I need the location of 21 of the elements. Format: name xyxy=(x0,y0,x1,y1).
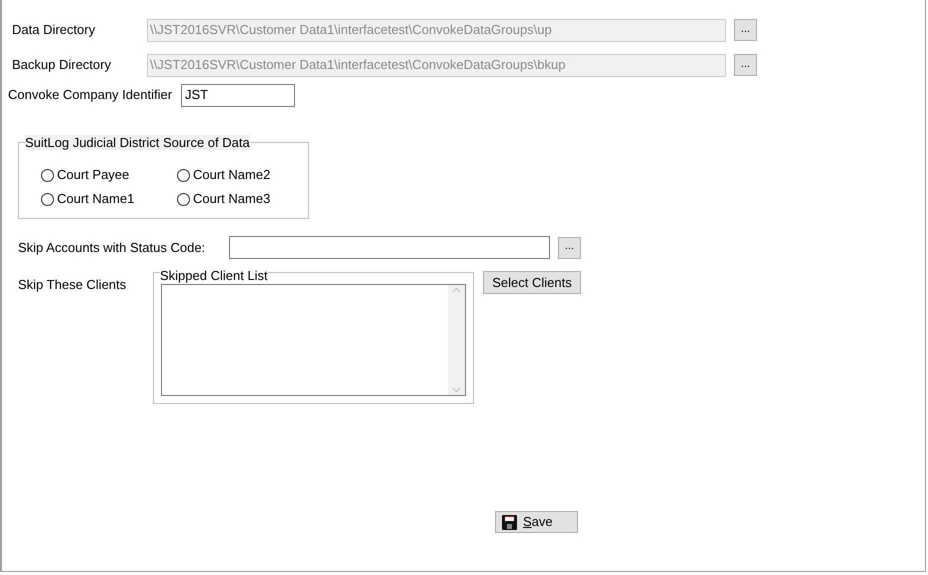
save-button[interactable]: Save xyxy=(495,511,578,533)
radio-label: Court Name3 xyxy=(193,190,270,208)
radio-label: Court Name1 xyxy=(57,190,134,208)
field-label: Data Directory xyxy=(12,21,96,40)
field-label: Backup Directory xyxy=(12,56,112,74)
field-label: Skip These Clients xyxy=(18,276,128,294)
client-list[interactable] xyxy=(161,284,466,396)
radio-button[interactable] xyxy=(177,192,190,206)
select-clients-button[interactable]: Select Clients xyxy=(483,271,581,294)
radio-label: Court Name2 xyxy=(193,166,270,184)
identifier-field[interactable]: JST xyxy=(181,84,295,106)
browse-button[interactable]: ... xyxy=(558,236,581,258)
group-title: SuitLog Judicial District Source of Data xyxy=(25,135,250,150)
radio-button[interactable] xyxy=(41,192,54,206)
radio-button[interactable] xyxy=(41,168,54,182)
radio-label: Court Payee xyxy=(57,166,130,184)
radio-button[interactable] xyxy=(177,168,190,182)
field-label: Skip Accounts with Status Code: xyxy=(18,238,206,257)
group-title: Skipped Client List xyxy=(160,268,268,283)
status-code-field[interactable] xyxy=(229,236,550,259)
field-label: Convoke Company Identifier xyxy=(8,86,174,104)
